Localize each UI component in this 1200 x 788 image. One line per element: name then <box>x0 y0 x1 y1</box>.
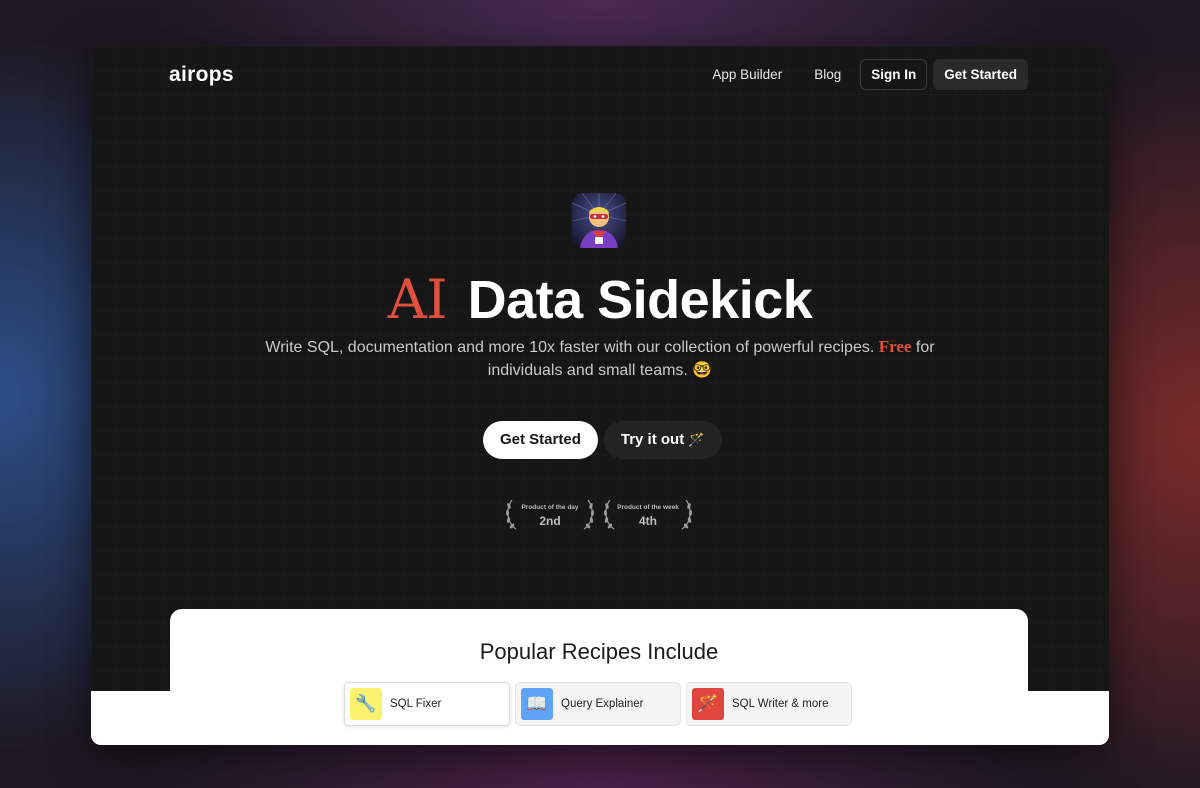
product-hunt-badges: Product of the day 2nd Product of the we… <box>504 498 694 532</box>
recipe-label: Query Explainer <box>561 698 644 710</box>
recipes-card: Popular Recipes Include 🔧 SQL Fixer 📖 Qu… <box>170 609 1028 745</box>
recipe-label: SQL Writer & more <box>732 698 829 710</box>
magic-wand-icon: 🪄 <box>688 432 705 447</box>
nav-app-builder[interactable]: App Builder <box>699 59 795 90</box>
superhero-icon <box>572 193 626 248</box>
nerd-face-icon: 🤓 <box>692 362 713 379</box>
try-it-out-button[interactable]: Try it out 🪄 <box>603 421 722 459</box>
wrench-icon: 🔧 <box>350 688 382 720</box>
hero-title: AI Data Sidekick <box>91 268 1109 331</box>
recipes-title: Popular Recipes Include <box>479 639 719 664</box>
browser-window: airops App Builder Blog Sign In Get Star… <box>91 46 1109 745</box>
free-highlight: Free <box>878 337 912 356</box>
badge-title: Product of the week <box>617 504 679 511</box>
recipe-sql-fixer[interactable]: 🔧 SQL Fixer <box>344 682 510 726</box>
hero-title-main: Data Sidekick <box>467 270 813 330</box>
cta-row: Get Started Try it out 🪄 <box>483 421 722 459</box>
try-it-out-label: Try it out <box>620 431 685 448</box>
hero-title-accent: AI <box>387 268 448 331</box>
badge-rank: 2nd <box>539 514 561 528</box>
recipe-sql-writer[interactable]: 🪄 SQL Writer & more <box>686 682 852 726</box>
subtitle-text: Write SQL, documentation and more 10x fa… <box>265 339 875 356</box>
magic-wand-icon: 🪄 <box>692 688 724 720</box>
nav-get-started-button[interactable]: Get Started <box>933 59 1028 90</box>
badge-product-of-day[interactable]: Product of the day 2nd <box>504 498 596 532</box>
recipe-list: 🔧 SQL Fixer 📖 Query Explainer 🪄 SQL Writ… <box>344 682 852 726</box>
book-icon: 📖 <box>521 688 553 720</box>
badge-title: Product of the day <box>521 504 579 511</box>
recipe-label: SQL Fixer <box>390 698 442 710</box>
get-started-button[interactable]: Get Started <box>483 421 598 459</box>
hero-subtitle: Write SQL, documentation and more 10x fa… <box>241 335 959 382</box>
badge-rank: 4th <box>639 514 657 528</box>
badge-product-of-week[interactable]: Product of the week 4th <box>602 498 694 532</box>
nav-blog[interactable]: Blog <box>801 59 854 90</box>
recipe-query-explainer[interactable]: 📖 Query Explainer <box>515 682 681 726</box>
top-nav: App Builder Blog Sign In Get Started <box>699 59 1028 90</box>
logo[interactable]: airops <box>169 63 234 87</box>
sign-in-button[interactable]: Sign In <box>860 59 928 90</box>
